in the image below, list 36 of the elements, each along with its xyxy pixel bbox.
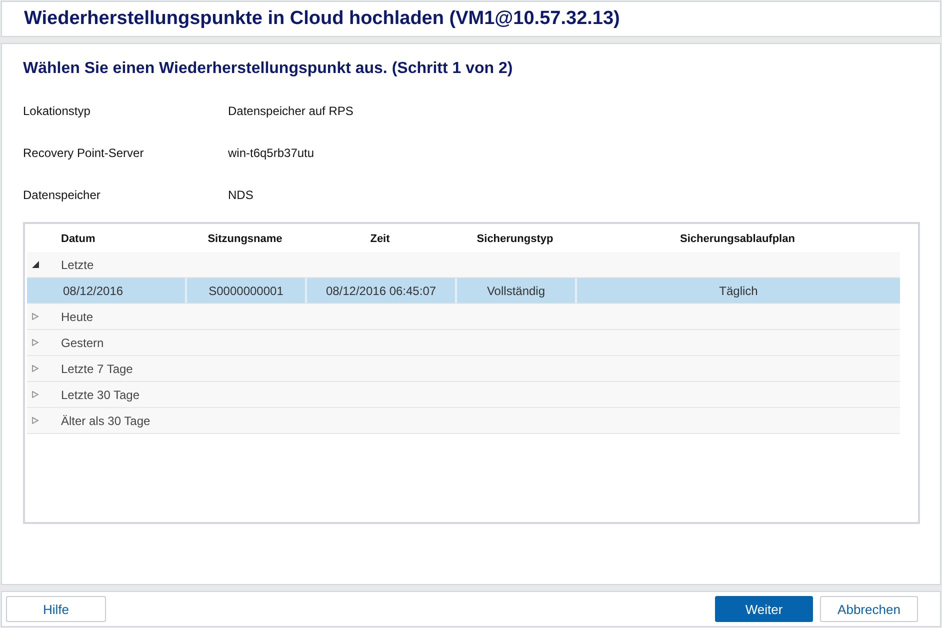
column-header[interactable]: Sitzungsname bbox=[185, 233, 305, 245]
field-value: NDS bbox=[228, 188, 254, 202]
dialog-button[interactable]: Hilfe bbox=[6, 596, 106, 622]
group-label: Älter als 30 Tage bbox=[61, 414, 150, 428]
column-header[interactable]: Zeit bbox=[305, 233, 455, 245]
expand-icon[interactable] bbox=[32, 391, 39, 398]
field-value: Datenspeicher auf RPS bbox=[228, 104, 354, 118]
group-row[interactable]: Heute bbox=[27, 304, 900, 330]
expand-icon[interactable] bbox=[32, 339, 39, 346]
group-row[interactable]: Letzte bbox=[27, 252, 900, 278]
expand-icon[interactable] bbox=[32, 365, 39, 372]
group-label: Letzte 30 Tage bbox=[61, 388, 140, 402]
group-row[interactable]: Letzte 30 Tage bbox=[27, 382, 900, 408]
window-title: Wiederherstellungspunkte in Cloud hochladen (VM1@10.57.32.13) bbox=[24, 8, 620, 30]
expand-icon[interactable] bbox=[32, 417, 39, 424]
column-header[interactable]: Sicherungsablaufplan bbox=[575, 233, 900, 245]
dialog-button[interactable]: Abbrechen bbox=[820, 596, 918, 622]
group-row[interactable]: Letzte 7 Tage bbox=[27, 356, 900, 382]
group-label: Heute bbox=[61, 310, 94, 324]
table-row[interactable]: 08/12/2016 S0000000001 08/12/2016 06:45:07 Vollständig Täglich bbox=[27, 278, 900, 304]
group-row[interactable]: Gestern bbox=[27, 330, 900, 356]
field-label: Lokationstyp bbox=[23, 104, 92, 118]
dialog-button[interactable]: Weiter bbox=[715, 596, 813, 622]
field-value: win-t6q5rb37utu bbox=[228, 146, 316, 160]
group-label: Letzte bbox=[61, 258, 94, 272]
step-title: Wählen Sie einen Wiederherstellungspunkt aus. (Schritt 1 von 2) bbox=[23, 60, 514, 78]
column-header[interactable]: Sicherungstyp bbox=[455, 233, 575, 245]
group-row[interactable]: Älter als 30 Tage bbox=[27, 408, 900, 434]
field-label: Datenspeicher bbox=[23, 188, 102, 202]
column-header[interactable]: Datum bbox=[55, 233, 185, 245]
table-cell-text: 08/12/2016 bbox=[62, 282, 124, 300]
group-label: Letzte 7 Tage bbox=[61, 362, 133, 376]
collapse-icon[interactable] bbox=[32, 261, 39, 268]
expand-icon[interactable] bbox=[32, 313, 39, 320]
field-label: Recovery Point-Server bbox=[23, 146, 145, 160]
group-label: Gestern bbox=[61, 336, 104, 350]
